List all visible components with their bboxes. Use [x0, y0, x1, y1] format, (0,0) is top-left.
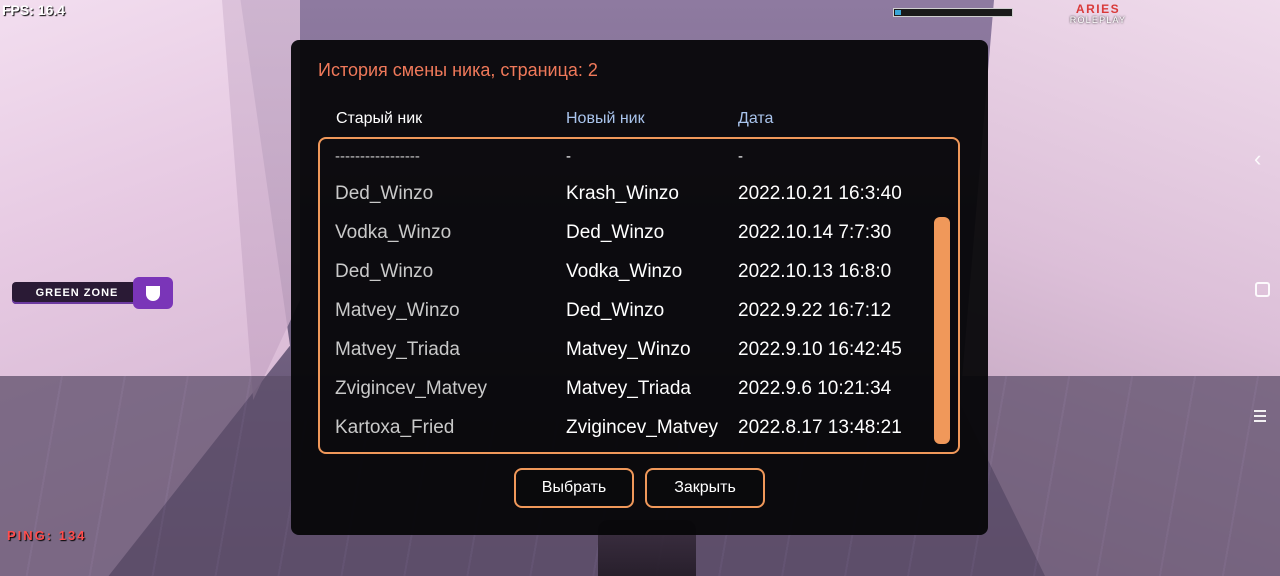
- list-item[interactable]: ----------------- - -: [320, 139, 958, 176]
- change-date: 2022.9.6 10:21:34: [738, 377, 892, 399]
- list-item[interactable]: Kartoxa_Fried Zvigincev_Matvey 2022.8.17…: [320, 408, 958, 447]
- old-nick: Zvigincev_Matvey: [335, 377, 488, 399]
- old-nick: Kartoxa_Fried: [335, 416, 455, 438]
- shield-badge: [133, 277, 173, 309]
- new-nick: Ded_Winzo: [566, 221, 665, 243]
- change-date: 2022.10.13 16:8:0: [738, 260, 892, 282]
- close-button[interactable]: Закрыть: [645, 468, 765, 508]
- change-date: 2022.9.22 16:7:12: [738, 299, 892, 321]
- old-nick: Ded_Winzo: [335, 182, 434, 204]
- health-bar: [893, 8, 1013, 17]
- list-item[interactable]: Matvey_Triada Matvey_Winzo 2022.9.10 16:…: [320, 330, 958, 369]
- change-date: -: [738, 148, 743, 165]
- green-zone-label: GREEN ZONE: [35, 287, 119, 299]
- new-nick: Ded_Winzo: [566, 299, 665, 321]
- green-zone-indicator: GREEN ZONE: [12, 282, 142, 304]
- change-date: 2022.8.17 13:48:21: [738, 416, 902, 438]
- select-button[interactable]: Выбрать: [514, 468, 634, 508]
- dialog-title: История смены ника, страница: 2: [318, 60, 598, 80]
- list-item[interactable]: Ded_Winzo Krash_Winzo 2022.10.21 16:3:40: [320, 174, 958, 213]
- old-nick: Ded_Winzo: [335, 260, 434, 282]
- new-nick: Matvey_Triada: [566, 377, 691, 399]
- new-nick: Vodka_Winzo: [566, 260, 683, 282]
- column-header-date: Дата: [738, 110, 774, 127]
- change-date: 2022.10.21 16:3:40: [738, 182, 902, 204]
- new-nick: Zvigincev_Matvey: [566, 416, 719, 438]
- list-item[interactable]: Zvigincev_Matvey Matvey_Triada 2022.9.6 …: [320, 369, 958, 408]
- nickname-history-dialog: История смены ника, страница: 2 Старый н…: [291, 40, 988, 535]
- column-header-new-nick: Новый ник: [566, 110, 645, 127]
- logo-title: ARIES: [1075, 2, 1121, 16]
- old-nick: -----------------: [335, 148, 420, 165]
- old-nick: Matvey_Winzo: [335, 299, 460, 321]
- home-icon[interactable]: [1255, 282, 1270, 297]
- old-nick: Vodka_Winzo: [335, 221, 452, 243]
- new-nick: Krash_Winzo: [566, 182, 679, 204]
- column-header-old-nick: Старый ник: [336, 110, 423, 127]
- ping-indicator: PING: 134: [7, 528, 87, 543]
- change-date: 2022.10.14 7:7:30: [738, 221, 892, 243]
- back-icon[interactable]: ‹: [1254, 146, 1261, 172]
- list-item[interactable]: Matvey_Winzo Ded_Winzo 2022.9.22 16:7:12: [320, 291, 958, 330]
- health-bar-fill: [895, 10, 901, 15]
- server-logo: ARIES ROLEPLAY: [1062, 3, 1134, 25]
- menu-icon[interactable]: [1254, 410, 1266, 425]
- change-date: 2022.9.10 16:42:45: [738, 338, 902, 360]
- history-list[interactable]: ----------------- - - Ded_Winzo Krash_Wi…: [318, 137, 960, 454]
- old-nick: Matvey_Triada: [335, 338, 460, 360]
- shield-icon: [146, 285, 160, 301]
- new-nick: Matvey_Winzo: [566, 338, 691, 360]
- new-nick: -: [566, 148, 571, 165]
- list-item[interactable]: Ded_Winzo Vodka_Winzo 2022.10.13 16:8:0: [320, 252, 958, 291]
- list-item[interactable]: Vodka_Winzo Ded_Winzo 2022.10.14 7:7:30: [320, 213, 958, 252]
- logo-subtitle: ROLEPLAY: [1069, 15, 1127, 25]
- list-scrollbar[interactable]: [934, 217, 950, 444]
- fps-counter: FPS: 16.4: [2, 2, 66, 18]
